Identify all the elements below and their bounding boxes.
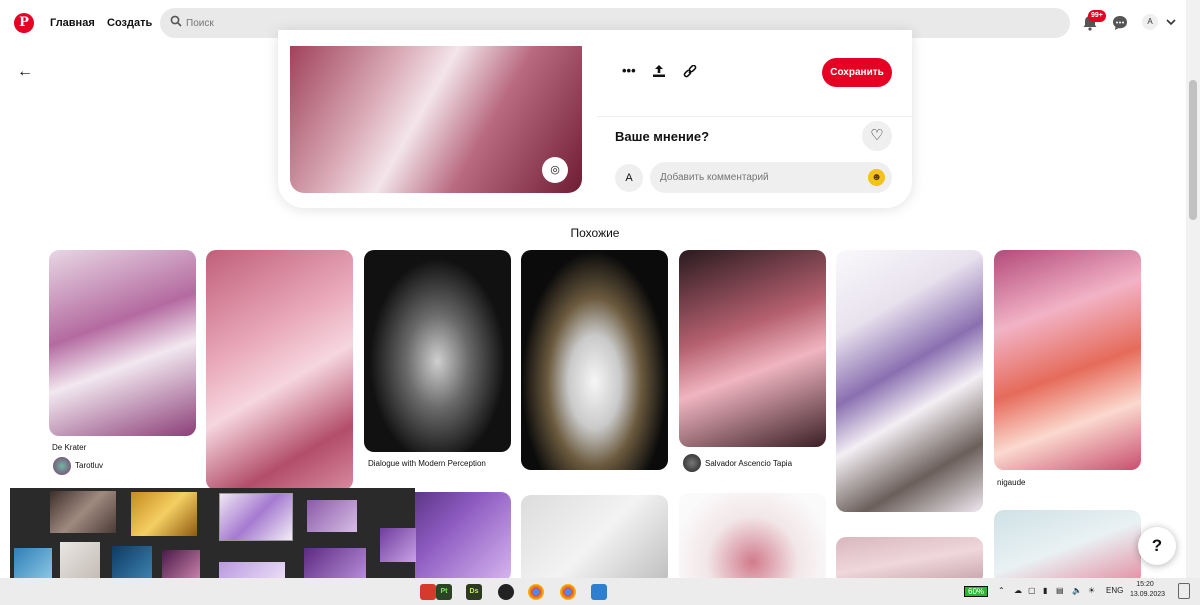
pin-title[interactable]: nigaude xyxy=(997,478,1025,487)
chrome-icon[interactable] xyxy=(560,584,576,600)
heart-react-icon[interactable]: ♡ xyxy=(862,121,892,151)
more-options-icon[interactable]: ••• xyxy=(622,63,636,78)
comment-input[interactable] xyxy=(650,162,892,193)
account-menu-chevron-down-icon[interactable] xyxy=(1166,18,1176,26)
save-button[interactable]: Сохранить xyxy=(822,58,892,87)
window-thumbnail[interactable] xyxy=(380,528,416,562)
page-scrollbar[interactable] xyxy=(1186,0,1200,578)
grid-pin[interactable] xyxy=(364,250,511,452)
tray-chevron-up-icon[interactable]: ⌃ xyxy=(998,586,1005,595)
profile-avatar[interactable]: A xyxy=(1142,14,1158,30)
tray-icon[interactable]: ▢ xyxy=(1028,586,1036,595)
pin-author[interactable]: Tarotluv xyxy=(75,461,103,470)
visual-search-lens-icon[interactable]: ◎ xyxy=(542,157,568,183)
grid-pin[interactable] xyxy=(679,250,826,447)
pin-title[interactable]: De Krater xyxy=(52,443,86,452)
tray-icon[interactable]: ☀ xyxy=(1088,586,1095,595)
taskbar-app-icon[interactable] xyxy=(498,584,514,600)
grid-pin[interactable] xyxy=(206,250,353,490)
grid-pin[interactable] xyxy=(836,250,983,512)
search-icon xyxy=(170,15,182,27)
chrome-icon[interactable] xyxy=(528,584,544,600)
input-language[interactable]: ENG xyxy=(1106,586,1123,595)
taskbar-app-icon[interactable]: Pt xyxy=(436,584,452,600)
grid-pin[interactable] xyxy=(994,250,1141,470)
notifications-center-icon[interactable] xyxy=(1178,583,1190,599)
battery-icon[interactable]: ▮ xyxy=(1043,586,1047,595)
network-icon[interactable]: ▤ xyxy=(1056,586,1064,595)
volume-icon[interactable]: 🔈 xyxy=(1072,586,1082,595)
emoji-picker-icon[interactable]: ☻ xyxy=(868,169,885,186)
help-button[interactable]: ? xyxy=(1138,527,1176,565)
grid-pin[interactable] xyxy=(521,250,668,470)
copy-link-icon[interactable] xyxy=(683,65,697,79)
nav-create[interactable]: Создать xyxy=(107,17,152,29)
battery-indicator[interactable]: 60% xyxy=(964,586,989,597)
pin-title[interactable]: Dialogue with Modern Perception xyxy=(368,459,486,468)
pin-author-avatar[interactable] xyxy=(683,454,701,472)
commenter-avatar: A xyxy=(615,164,643,192)
clock-time: 15:20 xyxy=(1136,581,1154,588)
window-thumbnail[interactable] xyxy=(307,500,357,532)
system-clock[interactable]: 15:20 13.09.2023 xyxy=(1130,580,1166,600)
back-arrow-icon[interactable]: ← xyxy=(17,63,33,81)
taskbar-app-icon[interactable] xyxy=(420,584,436,600)
notifications-badge: 99+ xyxy=(1088,10,1106,22)
grid-pin[interactable] xyxy=(521,495,668,585)
window-thumbnail[interactable] xyxy=(219,493,293,541)
pin-author-avatar[interactable] xyxy=(53,457,71,475)
grid-pin[interactable] xyxy=(679,493,826,585)
share-icon[interactable] xyxy=(652,64,666,78)
window-thumbnail[interactable] xyxy=(131,492,197,536)
divider xyxy=(597,116,912,117)
grid-pin[interactable] xyxy=(49,250,196,436)
taskbar-app-icon[interactable]: Ds xyxy=(466,584,482,600)
window-thumbnail[interactable] xyxy=(50,491,116,533)
grid-pin[interactable] xyxy=(994,510,1141,585)
pin-author[interactable]: Salvador Ascencio Tapia xyxy=(705,459,792,468)
taskbar-app-icon[interactable] xyxy=(591,584,607,600)
messages-icon[interactable] xyxy=(1110,13,1130,33)
more-like-this-heading: Похожие xyxy=(570,226,620,240)
tray-icon[interactable]: ☁ xyxy=(1014,586,1022,595)
clock-date: 13.09.2023 xyxy=(1130,591,1166,598)
scrollbar-thumb[interactable] xyxy=(1189,80,1197,220)
opinion-heading: Ваше мнение? xyxy=(615,129,710,144)
pin-image[interactable] xyxy=(290,46,582,193)
pinterest-logo-icon[interactable]: P xyxy=(14,13,34,33)
nav-home[interactable]: Главная xyxy=(50,17,95,29)
